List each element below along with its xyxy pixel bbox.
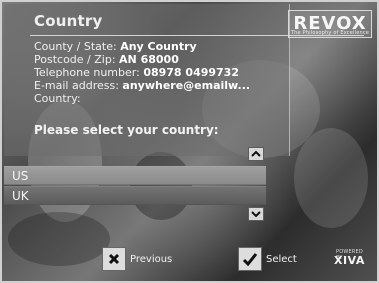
select-label: Select xyxy=(266,253,297,265)
background-shape xyxy=(294,128,368,228)
select-button[interactable]: Select xyxy=(238,245,302,273)
county-state-value: Any Country xyxy=(120,40,197,53)
xiva-logo: POWERED BY XIVA xyxy=(330,249,370,269)
country-list: US UK xyxy=(4,166,266,206)
country-selection-prompt: Please select your country: xyxy=(34,123,219,137)
county-state-row: County / State: Any Country xyxy=(34,40,262,53)
background-shape xyxy=(8,212,110,266)
select-icon-box xyxy=(238,247,262,271)
arrow-up-icon xyxy=(251,150,261,157)
county-state-label: County / State: xyxy=(34,40,121,53)
telephone-row: Telephone number: 08978 0499732 xyxy=(34,66,262,79)
xiva-wordmark: XIVA xyxy=(334,254,365,267)
scroll-up-button[interactable] xyxy=(248,147,264,161)
country-label: Country: xyxy=(34,92,81,105)
previous-button[interactable]: Previous xyxy=(102,245,180,273)
previous-label: Previous xyxy=(130,253,173,265)
email-label: E-mail address: xyxy=(34,79,123,92)
country-row: › Country: xyxy=(34,92,262,105)
postcode-value: AN 68000 xyxy=(119,53,179,66)
revox-tagline: The Philosophy of Excellence xyxy=(290,30,370,36)
telephone-label: Telephone number: xyxy=(34,66,144,79)
scroll-down-button[interactable] xyxy=(248,207,264,221)
revox-logo: REVOX The Philosophy of Excellence xyxy=(288,10,372,38)
check-icon xyxy=(242,253,258,267)
page-title: Country xyxy=(34,12,103,30)
telephone-value: 08978 0499732 xyxy=(143,66,239,79)
contact-info-list: County / State: Any Country Postcode / Z… xyxy=(34,40,262,105)
screen: Country REVOX The Philosophy of Excellen… xyxy=(0,0,379,283)
previous-icon-box xyxy=(102,247,126,271)
postcode-row: Postcode / Zip: AN 68000 xyxy=(34,53,262,66)
postcode-label: Postcode / Zip: xyxy=(34,53,120,66)
email-value: anywhere@emailw... xyxy=(122,79,251,92)
country-option-us[interactable]: US xyxy=(4,166,266,185)
x-icon xyxy=(108,253,120,265)
country-option-uk[interactable]: UK xyxy=(4,186,266,205)
email-row: E-mail address: anywhere@emailw... xyxy=(34,79,262,92)
arrow-down-icon xyxy=(251,211,261,218)
